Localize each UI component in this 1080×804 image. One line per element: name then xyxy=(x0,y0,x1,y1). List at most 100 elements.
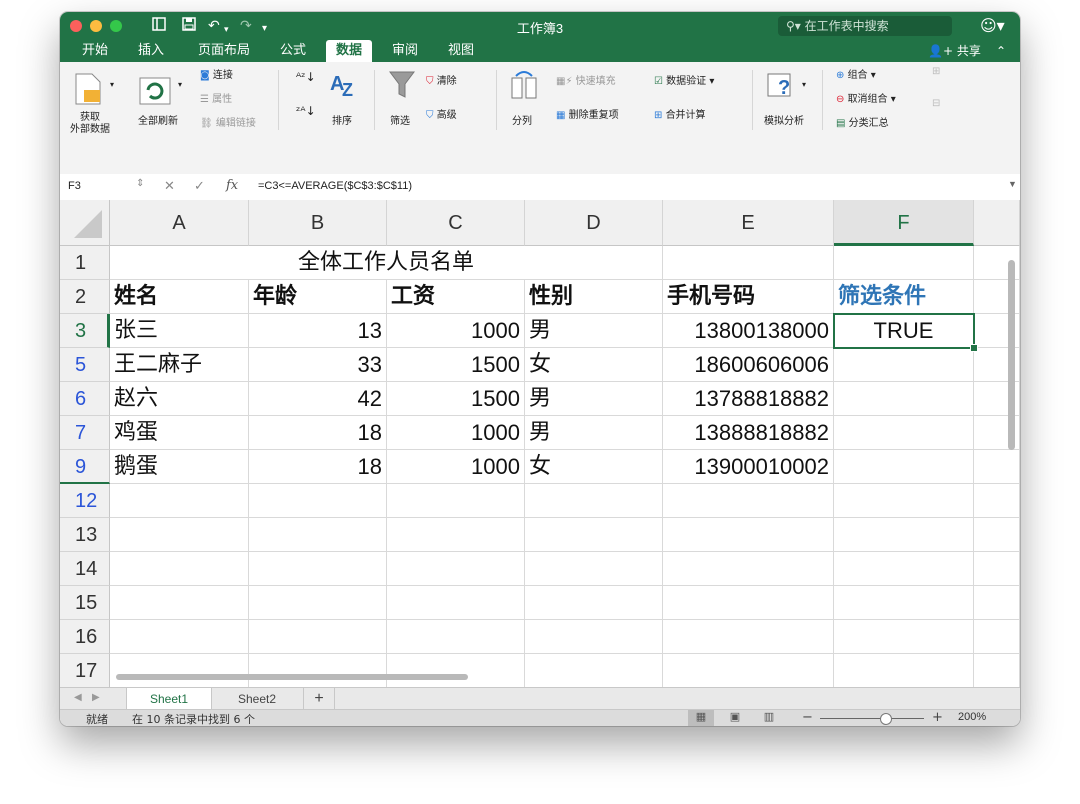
search-input[interactable]: ⚲▾ 在工作表中搜索 xyxy=(778,16,952,36)
properties-button[interactable]: ☰ 属性 xyxy=(200,90,232,105)
consolidate-button[interactable]: ⊞ 合并计算 xyxy=(654,106,706,121)
table-row-phone[interactable]: 13900010002 xyxy=(663,450,834,484)
header-gender-cell[interactable]: 性别 xyxy=(525,280,663,314)
table-row-salary[interactable]: 1000 xyxy=(387,314,525,348)
table-row-phone[interactable]: 13788818882 xyxy=(663,382,834,416)
zoom-percentage[interactable]: 200% xyxy=(958,711,986,723)
fill-handle[interactable] xyxy=(970,344,978,352)
row-header-15[interactable]: 15 xyxy=(60,586,110,620)
sheet-tab-sheet1[interactable]: Sheet1 xyxy=(126,688,212,710)
clear-filter-button[interactable]: ⛉ 清除 xyxy=(426,72,457,87)
row-header-16[interactable]: 16 xyxy=(60,620,110,654)
previous-sheet-icon[interactable]: ◀ xyxy=(74,692,82,703)
column-header-g[interactable] xyxy=(974,200,1020,246)
table-row-gender[interactable]: 女 xyxy=(525,450,663,484)
table-row-gender[interactable]: 男 xyxy=(525,314,663,348)
connections-button[interactable]: ◙ 连接 xyxy=(200,66,233,81)
table-row-phone[interactable]: 13888818882 xyxy=(663,416,834,450)
refresh-all-icon[interactable] xyxy=(136,76,174,110)
table-row-gender[interactable]: 女 xyxy=(525,348,663,382)
get-external-data-label[interactable]: 获取 外部数据 xyxy=(68,112,112,136)
column-header-e[interactable]: E xyxy=(663,200,834,246)
row-header-5[interactable]: 5 xyxy=(60,348,110,382)
row-header-7[interactable]: 7 xyxy=(60,416,110,450)
table-row-age[interactable]: 42 xyxy=(249,382,387,416)
enter-formula-icon[interactable]: ✓ xyxy=(194,178,205,194)
header-criteria-cell[interactable]: 筛选条件 xyxy=(834,280,974,314)
table-row-age[interactable]: 18 xyxy=(249,450,387,484)
row-header-6[interactable]: 6 xyxy=(60,382,110,416)
table-row-age[interactable]: 33 xyxy=(249,348,387,382)
tab-review[interactable]: 审阅 xyxy=(388,40,422,62)
collapse-ribbon-icon[interactable]: ⌃ xyxy=(996,40,1006,62)
row-header-13[interactable]: 13 xyxy=(60,518,110,552)
normal-view-icon[interactable]: ▦ xyxy=(688,710,714,726)
row-header-9[interactable]: 9 xyxy=(60,450,110,484)
table-row-criteria[interactable] xyxy=(834,450,974,484)
name-box[interactable]: F3 xyxy=(68,180,81,192)
get-external-data-icon[interactable] xyxy=(72,72,106,110)
what-if-dropdown-icon[interactable]: ▾ xyxy=(802,80,806,89)
text-to-columns-icon[interactable] xyxy=(510,70,538,104)
cell-e1[interactable] xyxy=(663,246,834,280)
table-row-salary[interactable]: 1000 xyxy=(387,416,525,450)
smiley-icon[interactable]: ☺▾ xyxy=(980,16,1005,35)
tab-formulas[interactable]: 公式 xyxy=(276,40,310,62)
add-sheet-button[interactable]: + xyxy=(304,688,335,710)
tab-data[interactable]: 数据 xyxy=(326,40,372,62)
filter-label[interactable]: 筛选 xyxy=(390,112,410,127)
table-row-age[interactable]: 13 xyxy=(249,314,387,348)
tab-view[interactable]: 视图 xyxy=(444,40,478,62)
advanced-filter-button[interactable]: ⛉ 高级 xyxy=(426,106,457,121)
page-layout-view-icon[interactable]: ▣ xyxy=(722,710,748,726)
column-header-c[interactable]: C xyxy=(387,200,525,246)
table-row-salary[interactable]: 1500 xyxy=(387,348,525,382)
flash-fill-button[interactable]: ▦⚡ 快速填充 xyxy=(556,72,616,87)
table-row-name[interactable]: 赵六 xyxy=(110,382,249,416)
share-button[interactable]: 👤+ 共享 xyxy=(928,40,981,62)
zoom-out-button[interactable]: − xyxy=(802,710,813,725)
table-row-name[interactable]: 张三 xyxy=(110,314,249,348)
filter-icon[interactable] xyxy=(388,70,416,104)
table-row-criteria[interactable] xyxy=(834,382,974,416)
table-row-salary[interactable]: 1000 xyxy=(387,450,525,484)
table-row-criteria[interactable] xyxy=(834,416,974,450)
table-row-name[interactable]: 王二麻子 xyxy=(110,348,249,382)
header-age-cell[interactable]: 年龄 xyxy=(249,280,387,314)
header-name-cell[interactable]: 姓名 xyxy=(110,280,249,314)
vertical-scrollbar[interactable] xyxy=(1008,260,1015,450)
insert-function-icon[interactable]: fx xyxy=(226,178,238,193)
formula-input[interactable]: =C3<=AVERAGE($C$3:$C$11) xyxy=(258,180,412,192)
row-header-12[interactable]: 12 xyxy=(60,484,110,518)
horizontal-scrollbar[interactable] xyxy=(116,674,468,680)
table-row-gender[interactable]: 男 xyxy=(525,382,663,416)
get-external-dropdown-icon[interactable]: ▾ xyxy=(110,80,114,89)
table-row-phone[interactable]: 18600606006 xyxy=(663,348,834,382)
sort-icon[interactable]: AZ xyxy=(328,68,358,102)
subtotal-button[interactable]: ▤ 分类汇总 xyxy=(836,114,889,129)
group-button[interactable]: ⊕ 组合 ▾ xyxy=(836,66,876,81)
cell-g9[interactable] xyxy=(974,450,1020,484)
zoom-in-button[interactable]: + xyxy=(932,710,943,725)
hide-detail-icon[interactable]: ⊟ xyxy=(932,98,940,109)
tab-insert[interactable]: 插入 xyxy=(134,40,168,62)
column-header-f[interactable]: F xyxy=(834,200,974,246)
column-header-a[interactable]: A xyxy=(110,200,249,246)
row-header-3[interactable]: 3 xyxy=(60,314,110,348)
table-row-salary[interactable]: 1500 xyxy=(387,382,525,416)
cell-f1[interactable] xyxy=(834,246,974,280)
table-row-age[interactable]: 18 xyxy=(249,416,387,450)
sort-ascending-icon[interactable]: ᴬᶻ↓ xyxy=(296,70,316,84)
cancel-formula-icon[interactable]: ✕ xyxy=(164,178,175,194)
table-row-gender[interactable]: 男 xyxy=(525,416,663,450)
sheet-tab-sheet2[interactable]: Sheet2 xyxy=(211,688,304,710)
column-header-b[interactable]: B xyxy=(249,200,387,246)
tab-home[interactable]: 开始 xyxy=(78,40,112,62)
sort-label[interactable]: 排序 xyxy=(332,112,352,127)
row-header-17[interactable]: 17 xyxy=(60,654,110,687)
what-if-analysis-icon[interactable]: ? xyxy=(766,70,800,104)
row-header-14[interactable]: 14 xyxy=(60,552,110,586)
sort-descending-icon[interactable]: ᶻᴬ↓ xyxy=(296,104,316,118)
zoom-slider-handle[interactable] xyxy=(880,713,892,725)
sheet-title-cell[interactable]: 全体工作人员名单 xyxy=(110,246,663,280)
